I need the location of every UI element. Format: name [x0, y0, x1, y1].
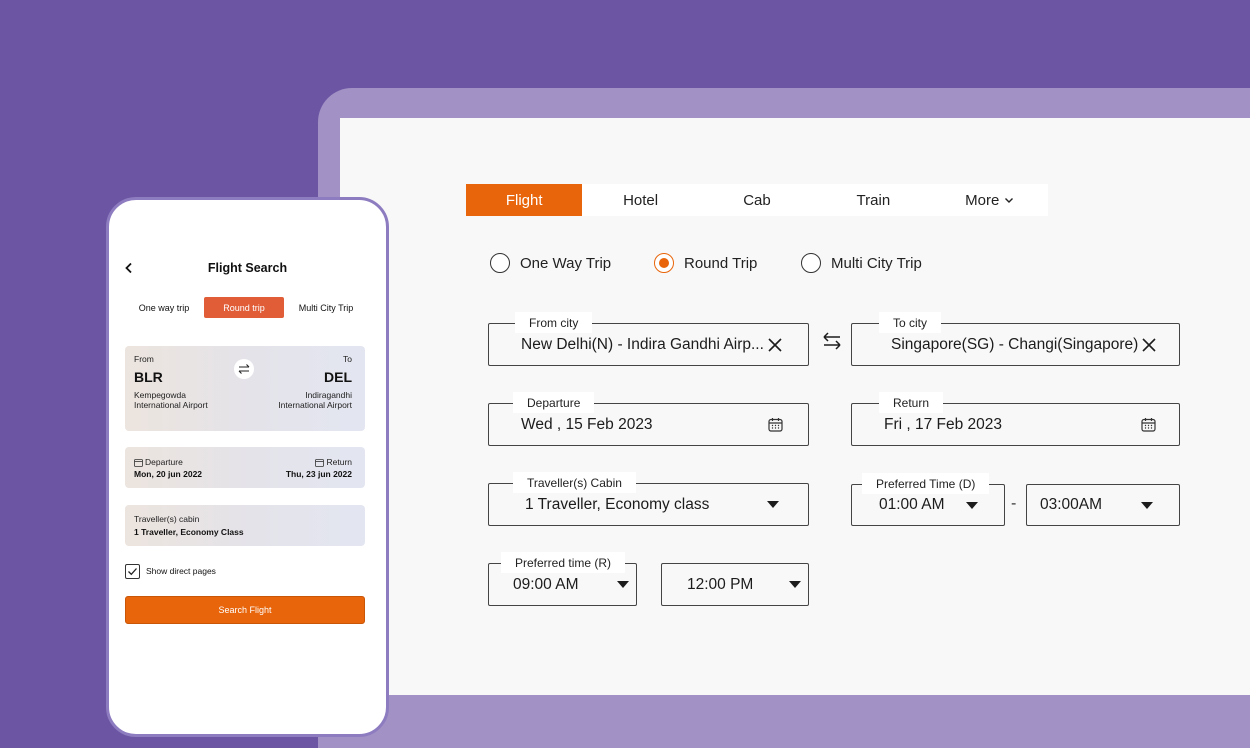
cabin-label: Traveller(s) cabin [134, 514, 200, 524]
departure-value: Mon, 20 jun 2022 [134, 469, 203, 479]
tab-cab[interactable]: Cab [699, 184, 815, 216]
caret-down-icon[interactable] [787, 564, 803, 605]
from-code: BLR [134, 369, 163, 385]
time-range-separator: - [1011, 495, 1017, 512]
phone-tab-multi-city[interactable]: Multi City Trip [286, 297, 366, 318]
radio-circle-icon [490, 253, 510, 273]
cabin-value: 1 Traveller, Economy Class [134, 527, 244, 537]
checkmark-icon [128, 568, 137, 576]
desktop-screen: Flight Hotel Cab Train More One Way Trip… [340, 118, 1250, 695]
cabin-card[interactable]: Traveller(s) cabin 1 Traveller, Economy … [125, 505, 365, 546]
to-caption: To [343, 354, 352, 364]
calendar-icon [134, 458, 143, 467]
page-title: Flight Search [207, 261, 288, 275]
from-city-field[interactable]: From city New Delhi(N) - Indira Gandhi A… [488, 312, 809, 366]
return-date-field[interactable]: Return Fri , 17 Feb 2023 [851, 392, 1180, 446]
swap-icon[interactable] [234, 359, 254, 379]
from-airport-line2: International Airport [134, 400, 208, 410]
tab-label: Cab [743, 191, 771, 209]
calendar-icon [315, 458, 325, 467]
tab-label: Flight [505, 191, 543, 209]
from-airport-line1: Kempegowda [134, 390, 186, 400]
route-card[interactable]: From BLR Kempegowda International Airpor… [125, 346, 365, 431]
pref-time-r-to-select[interactable]: 12:00 PM [661, 563, 809, 606]
return-value: Thu, 23 jun 2022 [285, 469, 352, 479]
radio-label: Round Trip [684, 254, 758, 272]
tab-label: Hotel [623, 191, 659, 209]
radio-multi-city[interactable]: Multi City Trip [801, 253, 922, 273]
traveller-cabin-select[interactable]: Traveller(s) Cabin 1 Traveller, Economy … [488, 472, 809, 526]
tab-more[interactable]: More [932, 184, 1048, 216]
chevron-down-icon [1005, 198, 1014, 203]
caret-down-icon[interactable] [964, 485, 980, 525]
search-flight-button[interactable]: Search Flight [125, 596, 365, 624]
close-icon[interactable] [1139, 324, 1159, 365]
radio-circle-icon [654, 253, 674, 273]
field-value: 1 Traveller, Economy class [525, 495, 710, 513]
field-value: 12:00 PM [687, 575, 754, 593]
calendar-icon[interactable] [766, 404, 784, 445]
close-icon[interactable] [765, 324, 785, 365]
dates-card[interactable]: Departure Mon, 20 jun 2022 Return Thu, 2… [125, 447, 365, 488]
radio-circle-icon [801, 253, 821, 273]
departure-label: Departure [145, 457, 183, 467]
caret-down-icon[interactable] [1139, 485, 1155, 525]
radio-round-trip[interactable]: Round Trip [654, 253, 757, 273]
to-airport-line2: International Airport [278, 400, 352, 410]
to-code: DEL [324, 369, 352, 385]
to-airport-line1: Indiragandhi [305, 390, 352, 400]
phone-mockup: Flight Search One way trip Round trip Mu… [106, 197, 389, 737]
pref-time-d-to-select[interactable]: 03:00AM [1026, 484, 1180, 526]
field-value: Wed , 15 Feb 2023 [521, 415, 653, 433]
calendar-icon[interactable] [1139, 404, 1157, 445]
phone-tab-one-way[interactable]: One way trip [123, 297, 205, 318]
field-value: 09:00 AM [513, 575, 579, 593]
return-caption: Return [315, 457, 352, 467]
from-caption: From [134, 354, 154, 364]
tab-label: Train [856, 191, 891, 209]
pref-time-r-from-select[interactable]: Preferred time (R) 09:00 AM [488, 552, 637, 606]
radio-one-way[interactable]: One Way Trip [490, 253, 611, 273]
radio-label: One Way Trip [520, 254, 612, 272]
radio-label: Multi City Trip [831, 254, 922, 272]
tab-hotel[interactable]: Hotel [582, 184, 698, 216]
direct-flights-checkbox[interactable] [125, 564, 140, 579]
departure-caption: Departure [134, 457, 183, 467]
caret-down-icon[interactable] [765, 484, 781, 525]
tab-flight[interactable]: Flight [466, 184, 583, 216]
booking-tabs: Flight Hotel Cab Train More [466, 184, 1048, 216]
pref-time-d-from-select[interactable]: Preferred Time (D) 01:00 AM [851, 473, 1005, 526]
tab-label: More [965, 191, 1000, 209]
field-value: 01:00 AM [879, 496, 945, 513]
field-value: Singapore(SG) - Changi(Singapore) [891, 335, 1139, 353]
caret-down-icon[interactable] [615, 564, 631, 605]
departure-date-field[interactable]: Departure Wed , 15 Feb 2023 [488, 392, 809, 446]
return-label: Return [326, 457, 352, 467]
field-value: Fri , 17 Feb 2023 [884, 415, 1003, 433]
swap-icon[interactable] [821, 330, 843, 352]
phone-tab-round-trip[interactable]: Round trip [204, 297, 284, 318]
field-value: New Delhi(N) - Indira Gandhi Airp... [521, 335, 764, 353]
direct-flights-label: Show direct pages [146, 566, 216, 576]
tab-train[interactable]: Train [815, 184, 931, 216]
to-city-field[interactable]: To city Singapore(SG) - Changi(Singapore… [851, 312, 1180, 366]
field-value: 03:00AM [1040, 496, 1103, 513]
